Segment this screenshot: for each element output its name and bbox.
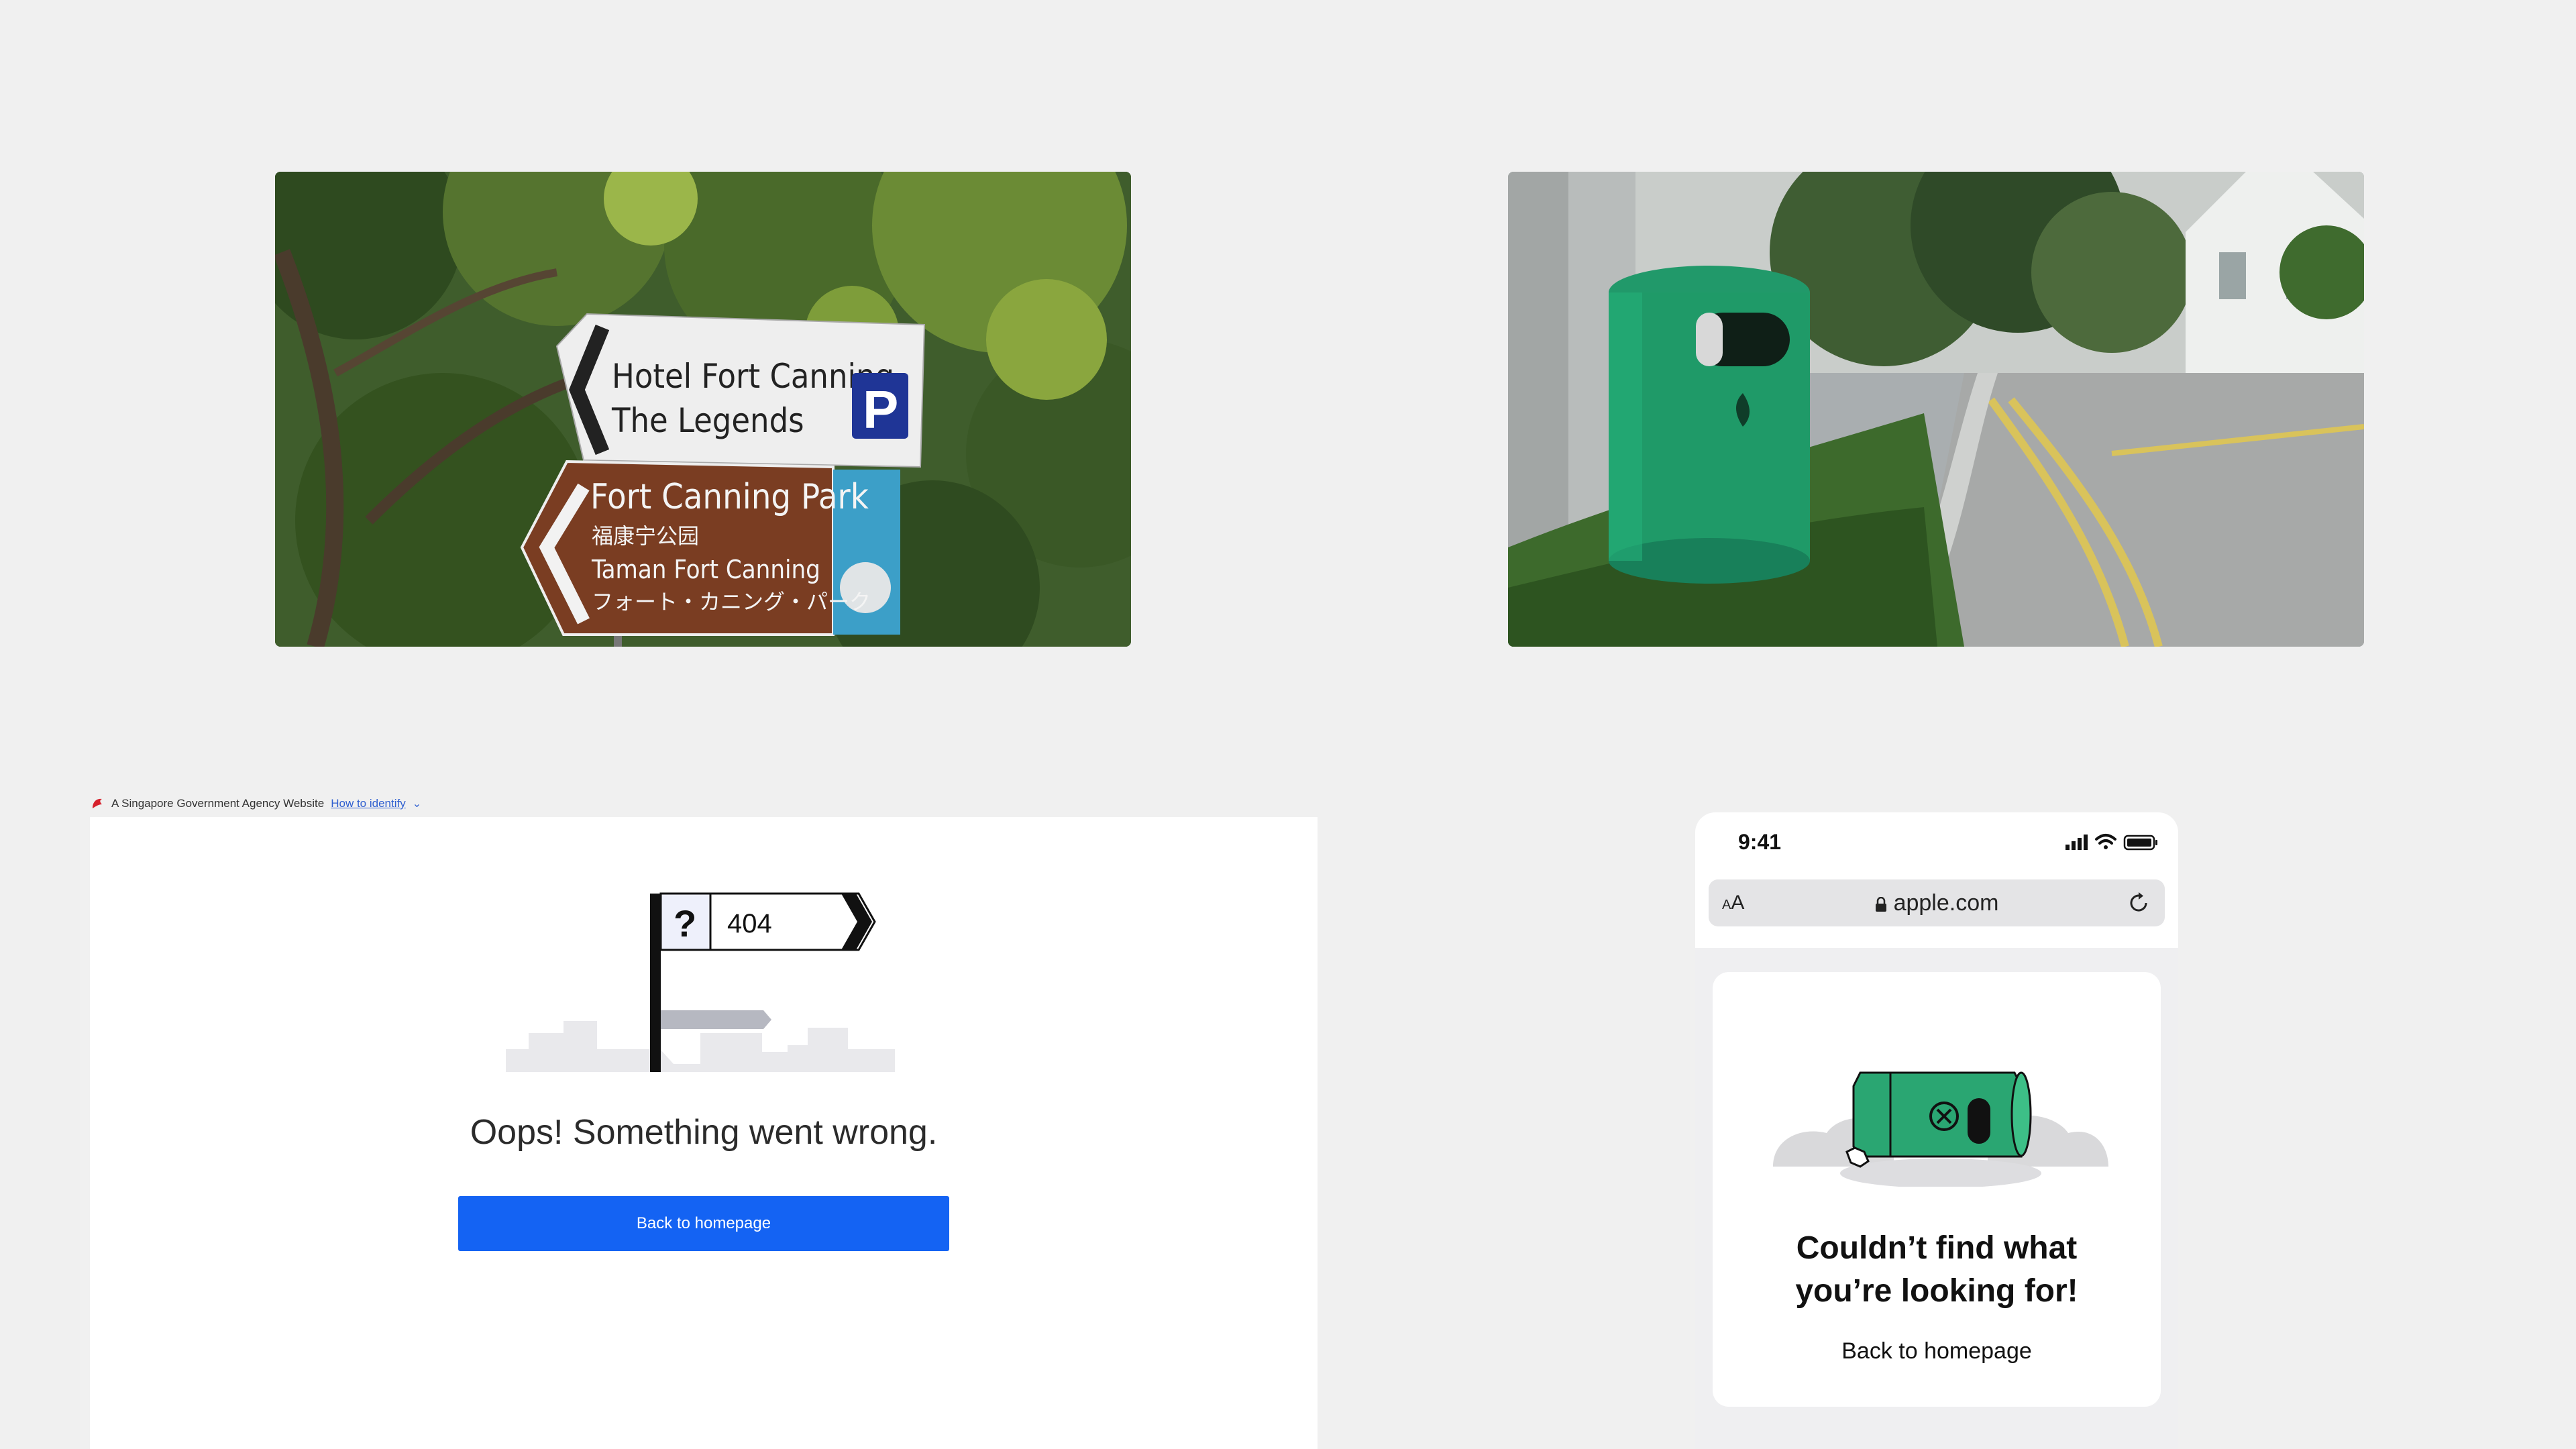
chevron-down-icon[interactable]: ⌄ [413,797,421,810]
phone-mockup: 9:41 AA apple.com Couldn’t find what you… [1695,812,2178,1449]
sign-bottom-line2: 福康宁公园 [592,523,699,549]
page-title: Oops! Something went wrong. [470,1113,938,1152]
error-heading-line1: Couldn’t find what [1796,1230,2078,1266]
lock-icon [1875,897,1886,912]
back-to-homepage-link[interactable]: Back to homepage [1713,1338,2161,1364]
sign-top-line2: The Legends [611,401,804,440]
sign-bottom-line4: フォート・カニング・パーク [592,589,871,614]
signpost-image: Hotel Fort Canning The Legends P Fort Ca… [275,172,1131,647]
sign-404-code: 404 [727,909,772,938]
signpost-photo: Hotel Fort Canning The Legends P Fort Ca… [275,172,1131,647]
status-icons [2065,834,2157,851]
battery-icon [2123,835,2157,851]
error-heading: Couldn’t find what you’re looking for! [1713,1227,2161,1313]
sign-question-mark: ? [674,902,696,945]
reload-icon[interactable] [2126,890,2151,916]
sign-bottom-line1: Fort Canning Park [590,477,869,517]
web-error-page: ? 404 Oops! Something went wrong. Back t… [90,817,1318,1449]
signal-icon [2065,835,2088,850]
error-card: Couldn’t find what you’re looking for! Ba… [1713,972,2161,1407]
status-bar: 9:41 [1695,812,2178,873]
address-bar[interactable]: AA apple.com [1709,879,2165,926]
browser-toolbar: AA apple.com [1695,873,2178,948]
trash-bin-image [1508,172,2364,647]
error-heading-line2: you’re looking for! [1795,1273,2078,1309]
parking-letter: P [863,380,898,439]
singapore-lion-icon [93,798,102,808]
status-time: 9:41 [1738,830,1782,854]
trash-bin-photo [1508,172,2364,647]
back-to-homepage-button[interactable]: Back to homepage [458,1196,949,1251]
gov-masthead: A Singapore Government Agency Website Ho… [90,792,421,816]
sign-top-line1: Hotel Fort Canning [612,357,894,396]
url-text: apple.com [1893,890,1999,916]
wifi-icon [2095,834,2116,849]
masthead-text: A Singapore Government Agency Website [111,797,325,810]
sign-bottom-line3: Taman Fort Canning [591,555,820,584]
how-to-identify-link[interactable]: How to identify [331,797,406,810]
404-signpost-illustration: ? 404 [506,892,895,1072]
url-display[interactable]: apple.com [1709,890,2165,916]
tipped-bin-illustration [1773,1071,2108,1187]
